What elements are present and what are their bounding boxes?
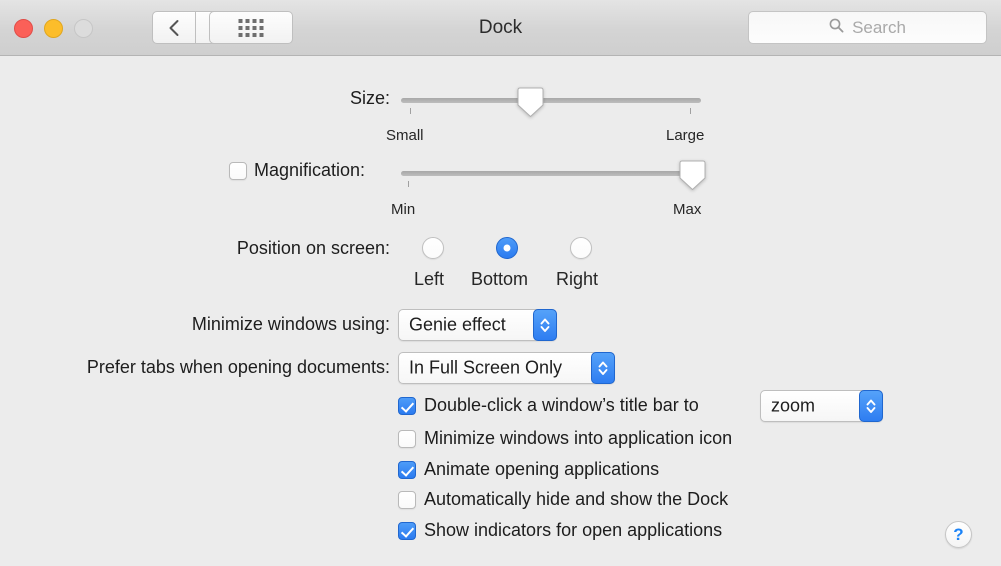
magnification-max-label: Max [673, 201, 701, 218]
chevron-updown-icon[interactable] [859, 390, 883, 422]
double-click-action-value: zoom [771, 396, 815, 417]
dock-preferences-window: Dock Search Size: Small [0, 0, 1001, 566]
show-indicators-label: Show indicators for open applications [424, 520, 722, 541]
minimize-effect-popup[interactable]: Genie effect [398, 309, 557, 341]
prefer-tabs-label: Prefer tabs when opening documents: [20, 357, 390, 378]
position-label-bottom: Bottom [471, 269, 528, 290]
auto-hide-dock-checkbox[interactable] [398, 491, 416, 509]
minimize-effect-label: Minimize windows using: [90, 314, 390, 335]
window-titlebar: Dock Search [0, 0, 1001, 56]
position-radio-bottom[interactable] [496, 237, 518, 259]
show-indicators-checkbox[interactable] [398, 522, 416, 540]
magnification-label: Magnification: [254, 160, 365, 181]
size-slider-tick-max [690, 108, 691, 114]
magnification-min-label: Min [391, 201, 415, 218]
search-input[interactable]: Search [748, 11, 987, 44]
size-slider-track[interactable] [401, 98, 701, 103]
prefer-tabs-value: In Full Screen Only [409, 358, 562, 379]
position-label-left: Left [414, 269, 444, 290]
size-label: Size: [190, 88, 390, 109]
preferences-content: Size: Small Large Magnification: Min Max… [0, 57, 1001, 566]
magnification-checkbox[interactable] [229, 162, 247, 180]
minimize-into-app-icon-label: Minimize windows into application icon [424, 428, 732, 449]
size-slider-thumb[interactable] [516, 87, 545, 118]
chevron-updown-icon[interactable] [533, 309, 557, 341]
question-mark-icon: ? [946, 522, 971, 547]
magnification-slider-tick-min [408, 181, 409, 187]
position-on-screen-label: Position on screen: [90, 238, 390, 259]
double-click-title-bar-checkbox[interactable] [398, 397, 416, 415]
magnification-slider-track[interactable] [401, 171, 701, 176]
help-button[interactable]: ? [945, 521, 972, 548]
size-slider-tick-min [410, 108, 411, 114]
position-label-right: Right [556, 269, 598, 290]
minimize-effect-value: Genie effect [409, 315, 506, 336]
magnification-slider-thumb[interactable] [678, 160, 707, 191]
minimize-into-app-icon-checkbox[interactable] [398, 430, 416, 448]
size-max-label: Large [666, 127, 704, 144]
animate-opening-applications-checkbox[interactable] [398, 461, 416, 479]
animate-opening-applications-label: Animate opening applications [424, 459, 659, 480]
prefer-tabs-popup[interactable]: In Full Screen Only [398, 352, 615, 384]
double-click-action-popup[interactable]: zoom [760, 390, 883, 422]
search-placeholder: Search [852, 18, 906, 38]
auto-hide-dock-label: Automatically hide and show the Dock [424, 489, 728, 510]
search-icon [829, 18, 844, 38]
position-radio-right[interactable] [570, 237, 592, 259]
size-min-label: Small [386, 127, 424, 144]
double-click-title-bar-label: Double-click a window’s title bar to [424, 395, 699, 416]
chevron-updown-icon[interactable] [591, 352, 615, 384]
position-radio-left[interactable] [422, 237, 444, 259]
